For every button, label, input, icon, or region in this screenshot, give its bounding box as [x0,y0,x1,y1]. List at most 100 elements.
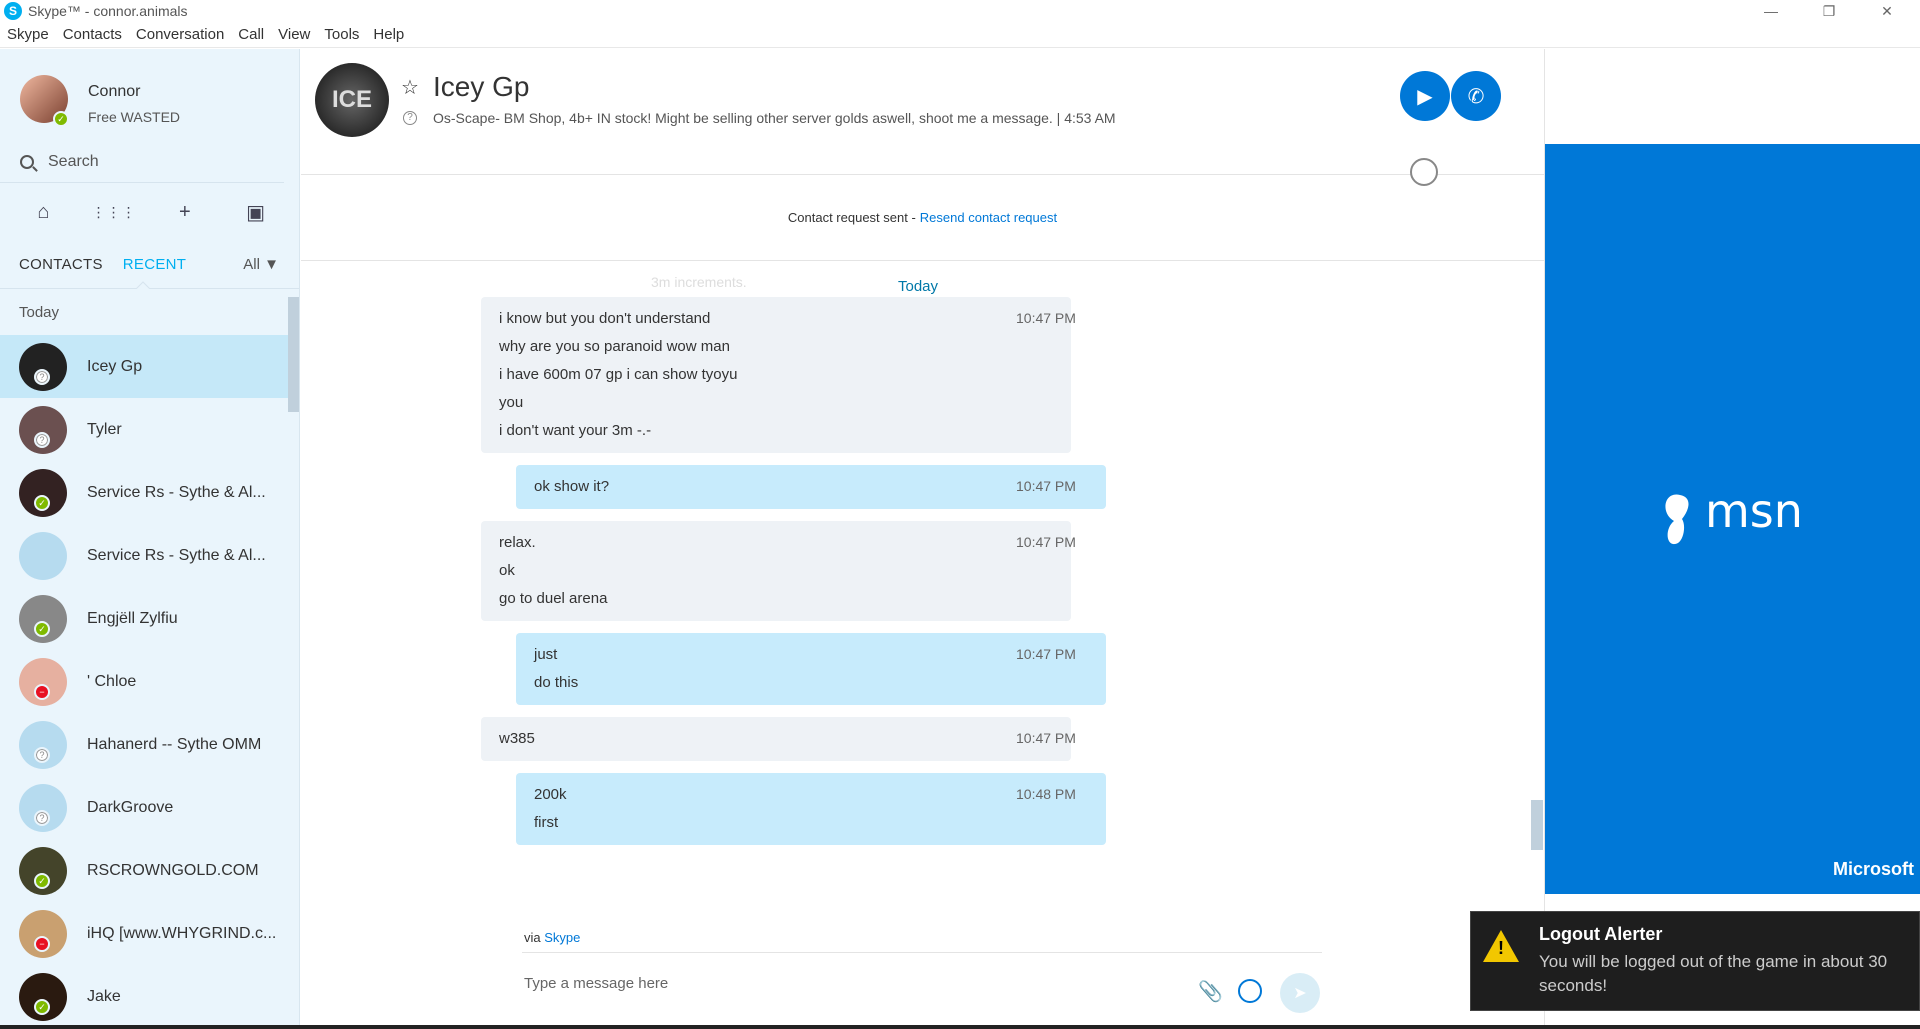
message-input[interactable]: Type a message here [524,975,668,992]
message-line: why are you so paranoid wow man [499,338,730,355]
search-placeholder: Search [48,152,99,170]
menu-conversation[interactable]: Conversation [129,26,231,43]
unknown-status-icon: ? [34,369,50,385]
skype-logo-icon: S [4,2,22,20]
via-label: via Skype [524,930,580,945]
contact-name: iHQ [www.WHYGRIND.c... [87,924,277,942]
contact-request-banner: Contact request sent - Resend contact re… [301,175,1544,261]
warning-icon: ! [1483,930,1519,962]
contact-item[interactable]: ✓ Service Rs - Sythe & Al... [0,461,299,524]
chat-header: ICE ☆ Icey Gp ? Os-Scape- BM Shop, 4b+ I… [301,49,1544,186]
dialpad-icon[interactable]: ⋮⋮⋮ [92,197,136,227]
home-icon[interactable]: ⌂ [28,197,58,227]
contact-name: Service Rs - Sythe & Al... [87,483,266,501]
message-line: 200k [534,786,567,803]
message-line: first [534,814,559,831]
contact-item[interactable]: ✓ RSCROWNGOLD.COM [0,839,299,902]
contact-item[interactable]: − iHQ [www.WHYGRIND.c... [0,902,299,965]
contact-name: Engjëll Zylfiu [87,609,178,627]
contact-item[interactable]: Service Rs - Sythe & Al... [0,524,299,587]
message-timestamp: 10:47 PM [1016,534,1076,550]
minimize-icon[interactable]: — [1742,0,1800,22]
menu-view[interactable]: View [271,26,317,43]
notification-title: Logout Alerter [1539,924,1663,944]
group-avatar-icon [19,531,67,580]
filter-dropdown[interactable]: All ▼ [243,256,279,273]
restore-icon[interactable]: ❐ [1800,0,1858,22]
message-line: i have 600m 07 gp i can show tyoyu [499,366,738,383]
resend-request-link[interactable]: Resend contact request [920,210,1057,225]
chat-scrollbar[interactable] [1531,800,1543,850]
contact-item[interactable]: − ' Chloe [0,650,299,713]
message-line: ok [499,562,515,579]
contact-name: Service Rs - Sythe & Al... [87,546,266,564]
menu-skype[interactable]: Skype [0,26,56,43]
contact-item[interactable]: ✓ Jake [0,965,299,1028]
info-icon[interactable]: ? [403,111,417,125]
unknown-status-icon: ? [34,810,50,826]
favorite-star-icon[interactable]: ☆ [401,75,419,100]
online-status-icon: ✓ [53,111,69,127]
online-status-icon: ✓ [34,873,50,889]
chevron-down-icon: ▼ [264,256,279,273]
close-icon[interactable]: ✕ [1858,0,1916,22]
incoming-message[interactable]: relax. ok go to duel arena [481,521,1071,621]
request-text: Contact request sent - [787,210,916,225]
video-call-button[interactable]: ▶ [1400,71,1450,121]
contact-item[interactable]: ? Hahanerd -- Sythe OMM [0,713,299,776]
outgoing-message[interactable]: 200k first [516,773,1106,845]
contact-list: ? Icey Gp? Tyler ✓ Service Rs - Sythe & Al..… [0,335,299,1028]
send-icon: ➤ [1293,985,1307,1002]
incoming-message[interactable]: w385 [481,717,1071,761]
contact-name: RSCROWNGOLD.COM [87,861,259,879]
list-section-label: Today [19,303,60,321]
profile-area[interactable]: ✓ Connor Free WASTED [0,49,299,141]
contact-item[interactable]: ✓ Engjëll Zylfiu [0,587,299,650]
contact-name: Jake [87,987,121,1005]
busy-status-icon: − [34,684,50,700]
search-icon [20,154,34,169]
message-timestamp: 10:47 PM [1016,478,1076,494]
incoming-message[interactable]: i know but you don't understand why are y… [481,297,1071,453]
tab-contacts[interactable]: CONTACTS [19,256,103,273]
msn-butterfly-icon [1665,494,1689,545]
tab-recent[interactable]: RECENT [123,256,186,273]
video-camera-icon: ▶ [1417,85,1433,108]
microsoft-label: Microsoft [1833,859,1914,879]
menu-bar: Skype Contacts Conversation Call View To… [0,22,1920,48]
search-input[interactable]: Search [0,141,284,183]
sidebar-scrollbar[interactable] [288,297,299,412]
emoticon-icon[interactable] [1238,979,1262,1003]
audio-call-button[interactable]: ✆ [1451,71,1501,121]
logout-alert-notification[interactable]: ! Logout Alerter You will be logged out … [1470,911,1920,1011]
message-line: ok show it? [534,478,610,495]
contact-name: ' Chloe [87,672,137,690]
profile-name[interactable]: Connor [88,83,140,101]
menu-tools[interactable]: Tools [317,26,366,43]
menu-call[interactable]: Call [231,26,271,43]
via-skype-link[interactable]: Skype [544,930,580,945]
contact-name: DarkGroove [87,798,174,816]
contact-card-icon[interactable]: ▣ [241,197,271,227]
menu-contacts[interactable]: Contacts [56,26,129,43]
message-line: i don't want your 3m -.- [499,422,652,439]
contact-item[interactable]: ? DarkGroove [0,776,299,839]
message-area: 3m increments. Today i know but you don'… [301,262,1544,887]
message-line: you [499,394,524,411]
online-status-icon: ✓ [34,621,50,637]
sidebar: ✓ Connor Free WASTED Search ⌂ ⋮⋮⋮ + ▣ CO… [0,49,300,1029]
send-button[interactable]: ➤ [1280,973,1320,1013]
attachment-icon[interactable]: 📎 [1198,979,1223,1004]
msn-advertisement[interactable]: msn Microsoft [1545,144,1920,894]
chat-contact-mood: Os-Scape- BM Shop, 4b+ IN stock! Might b… [433,110,1116,126]
profile-mood[interactable]: Free WASTED [88,109,180,125]
busy-status-icon: − [34,936,50,952]
chat-avatar[interactable]: ICE [315,63,389,137]
contact-item[interactable]: ? Tyler [0,398,299,461]
tab-indicator [136,281,150,289]
menu-help[interactable]: Help [366,26,411,43]
add-icon[interactable]: + [170,197,200,227]
outgoing-message[interactable]: just do this [516,633,1106,705]
contact-item[interactable]: ? Icey Gp [0,335,299,398]
chat-contact-name[interactable]: Icey Gp [433,71,529,103]
